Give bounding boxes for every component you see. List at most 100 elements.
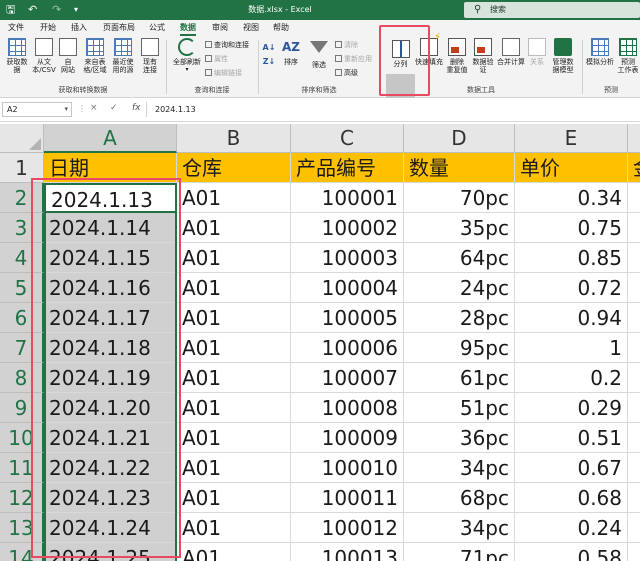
product-id-cell[interactable]: 100002	[291, 213, 404, 243]
warehouse-cell[interactable]: A01	[177, 513, 291, 543]
product-id-cell[interactable]: 100011	[291, 483, 404, 513]
row-header[interactable]: 13	[0, 513, 44, 543]
properties-button[interactable]: 属性	[205, 55, 228, 64]
insert-function-icon[interactable]: fx	[132, 103, 141, 113]
unit-price-cell[interactable]: 0.94	[515, 303, 628, 333]
quantity-cell[interactable]: 35pc	[404, 213, 515, 243]
clear-filter-button[interactable]: 清除	[335, 41, 358, 50]
date-cell[interactable]: 2024.1.24	[44, 513, 177, 543]
date-cell[interactable]: 2024.1.23	[44, 483, 177, 513]
what-if-analysis-button[interactable]: 模拟分析	[584, 38, 616, 66]
cancel-icon[interactable]: ×	[90, 103, 98, 113]
unit-price-cell[interactable]: 0.51	[515, 423, 628, 453]
product-id-cell[interactable]: 100007	[291, 363, 404, 393]
tab-review[interactable]: 审阅	[212, 20, 228, 36]
get-data-button[interactable]: 获取数 据	[2, 38, 32, 74]
quantity-cell[interactable]: 64pc	[404, 243, 515, 273]
column-header-c[interactable]: C	[291, 124, 404, 153]
quantity-cell[interactable]: 34pc	[404, 513, 515, 543]
date-cell[interactable]: 2024.1.20	[44, 393, 177, 423]
product-id-cell[interactable]: 100003	[291, 243, 404, 273]
amount-cell[interactable]	[628, 183, 640, 213]
amount-cell[interactable]	[628, 543, 640, 561]
manage-data-model-button[interactable]: 管理数 据模型	[548, 38, 578, 74]
date-cell[interactable]: 2024.1.14	[44, 213, 177, 243]
date-cell[interactable]: 2024.1.13	[44, 183, 177, 213]
product-id-cell[interactable]: 100005	[291, 303, 404, 333]
from-csv-button[interactable]: 从文 本/CSV	[29, 38, 59, 74]
amount-cell[interactable]	[628, 213, 640, 243]
existing-connections-button[interactable]: 现有 连接	[137, 38, 163, 74]
row-header[interactable]: 2	[0, 183, 44, 213]
quantity-cell[interactable]: 34pc	[404, 453, 515, 483]
remove-duplicates-button[interactable]: 删除 重复值	[444, 38, 470, 74]
date-cell[interactable]: 2024.1.19	[44, 363, 177, 393]
quantity-cell[interactable]: 51pc	[404, 393, 515, 423]
filter-button[interactable]: 筛选	[306, 38, 332, 69]
name-box[interactable]: A2 ▾	[2, 102, 72, 117]
amount-cell[interactable]	[628, 393, 640, 423]
unit-price-cell[interactable]: 0.34	[515, 183, 628, 213]
tab-view[interactable]: 视图	[243, 20, 259, 36]
amount-cell[interactable]	[628, 363, 640, 393]
quantity-cell[interactable]: 61pc	[404, 363, 515, 393]
quantity-cell[interactable]: 68pc	[404, 483, 515, 513]
warehouse-cell[interactable]: A01	[177, 183, 291, 213]
unit-price-cell[interactable]: 0.67	[515, 453, 628, 483]
search-box[interactable]: ⚲ 搜索	[464, 2, 640, 18]
warehouse-cell[interactable]: A01	[177, 213, 291, 243]
column-header-e[interactable]: E	[515, 124, 628, 153]
unit-price-cell[interactable]: 0.85	[515, 243, 628, 273]
amount-cell[interactable]	[628, 243, 640, 273]
header-cell[interactable]: 产品编号	[291, 153, 404, 183]
product-id-cell[interactable]: 100001	[291, 183, 404, 213]
select-all-button[interactable]	[0, 124, 44, 153]
date-cell[interactable]: 2024.1.22	[44, 453, 177, 483]
row-header[interactable]: 8	[0, 363, 44, 393]
header-cell[interactable]: 单价	[515, 153, 628, 183]
amount-cell[interactable]	[628, 273, 640, 303]
unit-price-cell[interactable]: 0.29	[515, 393, 628, 423]
unit-price-cell[interactable]: 0.68	[515, 483, 628, 513]
unit-price-cell[interactable]: 1	[515, 333, 628, 363]
warehouse-cell[interactable]: A01	[177, 243, 291, 273]
warehouse-cell[interactable]: A01	[177, 303, 291, 333]
row-header-1[interactable]: 1	[0, 153, 44, 183]
from-web-button[interactable]: 自 网站	[56, 38, 80, 74]
product-id-cell[interactable]: 100012	[291, 513, 404, 543]
row-header[interactable]: 11	[0, 453, 44, 483]
consolidate-button[interactable]: 合并计算	[495, 38, 527, 66]
formula-input[interactable]: 2024.1.13	[146, 102, 640, 117]
refresh-all-button[interactable]: 全部刷新 ▾	[170, 38, 204, 74]
worksheet-grid[interactable]: ABCDE1日期仓库产品编号数量单价金22024.1.13A0110000170…	[0, 124, 640, 561]
sort-az-button[interactable]: A↓ Z↓	[262, 42, 276, 70]
unit-price-cell[interactable]: 0.58	[515, 543, 628, 561]
date-cell[interactable]: 2024.1.25	[44, 543, 177, 561]
date-cell[interactable]: 2024.1.17	[44, 303, 177, 333]
header-cell[interactable]: 仓库	[177, 153, 291, 183]
date-cell[interactable]: 2024.1.16	[44, 273, 177, 303]
row-header[interactable]: 6	[0, 303, 44, 333]
amount-cell[interactable]	[628, 333, 640, 363]
amount-cell[interactable]	[628, 453, 640, 483]
row-header[interactable]: 9	[0, 393, 44, 423]
product-id-cell[interactable]: 100004	[291, 273, 404, 303]
amount-cell[interactable]	[628, 483, 640, 513]
queries-connections-button[interactable]: 查询和连接	[205, 41, 249, 50]
warehouse-cell[interactable]: A01	[177, 543, 291, 561]
product-id-cell[interactable]: 100009	[291, 423, 404, 453]
header-cell[interactable]: 金	[628, 153, 640, 183]
tab-page-layout[interactable]: 页面布局	[103, 20, 135, 36]
unit-price-cell[interactable]: 0.2	[515, 363, 628, 393]
product-id-cell[interactable]: 100008	[291, 393, 404, 423]
product-id-cell[interactable]: 100010	[291, 453, 404, 483]
row-header[interactable]: 10	[0, 423, 44, 453]
sort-button[interactable]: AZ 排序	[279, 38, 303, 66]
quantity-cell[interactable]: 36pc	[404, 423, 515, 453]
date-cell[interactable]: 2024.1.21	[44, 423, 177, 453]
quantity-cell[interactable]: 28pc	[404, 303, 515, 333]
date-cell[interactable]: 2024.1.15	[44, 243, 177, 273]
from-table-button[interactable]: 来自表 格/区域	[80, 38, 110, 74]
edit-links-button[interactable]: 编辑链接	[205, 69, 242, 78]
tab-insert[interactable]: 插入	[71, 20, 87, 36]
